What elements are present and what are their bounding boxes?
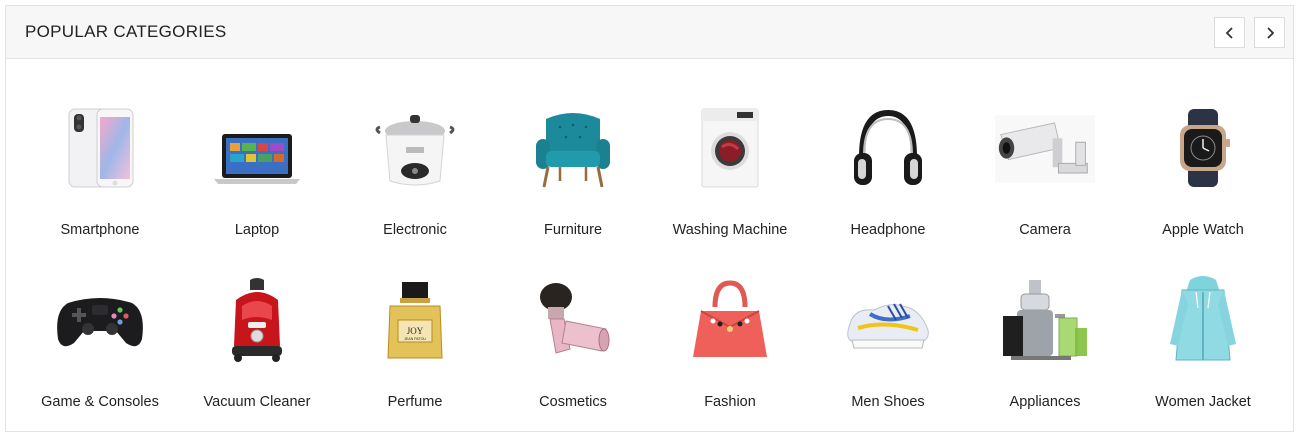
chevron-left-icon (1225, 26, 1233, 39)
category-label: Women Jacket (1155, 394, 1251, 410)
category-label: Electronic (383, 222, 447, 238)
smartwatch-icon (1153, 103, 1253, 193)
headphone-icon (838, 103, 938, 193)
category-label: Vacuum Cleaner (203, 394, 311, 410)
category-label: Men Shoes (851, 394, 925, 410)
category-label: Laptop (234, 222, 280, 238)
category-label: Apple Watch (1162, 222, 1244, 238)
section-title: POPULAR CATEGORIES (25, 22, 227, 41)
rice-cooker-icon (365, 103, 465, 193)
popular-categories-panel: POPULAR CATEGORIES Smartphone Laptop Ele… (5, 5, 1294, 432)
category-label: Perfume (387, 394, 443, 410)
chevron-right-icon (1266, 26, 1274, 39)
cctv-camera-icon (995, 103, 1095, 193)
category-label: Smartphone (60, 222, 140, 238)
category-label: Furniture (543, 222, 603, 238)
category-label: Game & Consoles (41, 394, 159, 410)
category-label: Washing Machine (672, 222, 788, 238)
perfume-bottle-icon: JOY JEAN PATOU (365, 275, 465, 365)
next-button[interactable] (1254, 17, 1285, 48)
laptop-icon (207, 103, 307, 193)
juicer-icon (995, 275, 1095, 365)
armchair-icon (523, 103, 623, 193)
gamepad-icon (50, 275, 150, 365)
handbag-icon (680, 275, 780, 365)
smartphone-icon (50, 103, 150, 193)
category-label: Appliances (1009, 394, 1081, 410)
prev-button[interactable] (1214, 17, 1245, 48)
category-label: Fashion (704, 394, 756, 410)
washing-machine-icon (680, 103, 780, 193)
category-label: Headphone (850, 222, 926, 238)
hoodie-icon (1153, 275, 1253, 365)
sneaker-icon (838, 275, 938, 365)
category-label: Camera (1019, 222, 1071, 238)
svg-text:JEAN PATOU: JEAN PATOU (404, 337, 426, 341)
makeup-brush-icon (523, 275, 623, 365)
svg-text:JOY: JOY (407, 326, 424, 336)
vacuum-cleaner-icon (207, 275, 307, 365)
panel-header: POPULAR CATEGORIES (6, 6, 1293, 59)
category-label: Cosmetics (539, 394, 607, 410)
